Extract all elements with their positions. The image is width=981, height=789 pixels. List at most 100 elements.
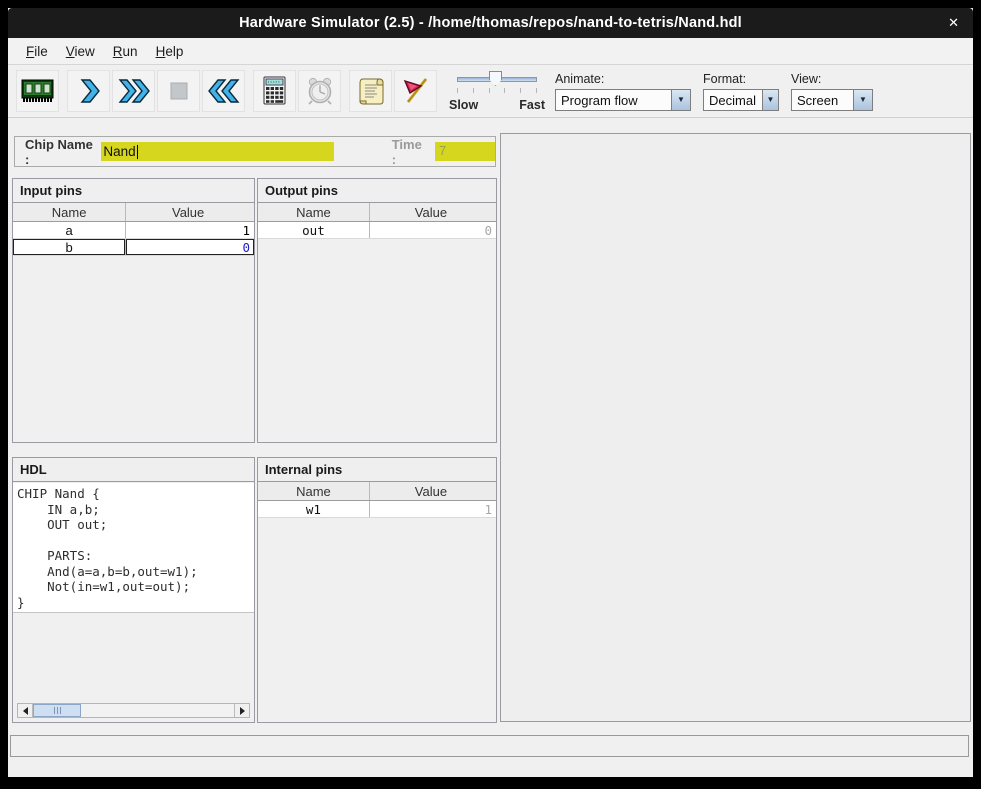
alarm-clock-icon	[304, 75, 336, 107]
red-flag-icon	[400, 75, 432, 107]
internal-pins-table: Name Value w1 1	[258, 482, 496, 518]
stop-square-icon	[165, 77, 193, 105]
chip-name-label: Chip Name :	[25, 137, 95, 167]
hdl-code-line: OUT out;	[17, 517, 254, 533]
pin-value[interactable]: 0	[126, 239, 254, 255]
output-pins-table: Name Value out 0	[258, 203, 496, 239]
output-pins-panel: Output pins Name Value out 0	[257, 178, 497, 443]
app-window: Hardware Simulator (2.5) - /home/thomas/…	[8, 8, 973, 777]
view-value: Screen	[792, 90, 853, 110]
table-row: a 1	[13, 222, 254, 239]
reset-button[interactable]	[202, 70, 245, 112]
format-group: Format: Decimal ▼	[703, 72, 779, 111]
time-label: Time :	[392, 137, 427, 167]
scroll-left-button[interactable]	[18, 704, 33, 717]
column-header-name: Name	[258, 203, 370, 221]
hdl-code-view: CHIP Nand { IN a,b; OUT out; PARTS: And(…	[13, 483, 254, 613]
triangle-right-icon	[240, 707, 245, 715]
view-hdl-button[interactable]	[349, 70, 392, 112]
slider-fast-label: Fast	[519, 98, 545, 112]
table-row: b 0	[13, 239, 254, 256]
slider-slow-label: Slow	[449, 98, 478, 112]
scrollbar-thumb[interactable]	[33, 704, 81, 717]
animate-group: Animate: Program flow ▼	[555, 72, 691, 111]
column-header-value: Value	[370, 203, 496, 221]
animate-value: Program flow	[556, 90, 671, 110]
hdl-title: HDL	[13, 458, 254, 482]
view-label: View:	[791, 72, 873, 86]
clock-button	[298, 70, 341, 112]
format-value: Decimal	[704, 90, 762, 110]
format-select[interactable]: Decimal ▼	[703, 89, 779, 111]
column-header-value: Value	[370, 482, 496, 500]
calculator-icon	[260, 75, 290, 107]
pin-name: b	[13, 239, 126, 255]
hdl-code-line	[17, 533, 254, 549]
menu-bar: File View Run Help	[8, 38, 973, 65]
scroll-icon	[356, 75, 386, 107]
hdl-code-line: IN a,b;	[17, 502, 254, 518]
input-pins-title: Input pins	[13, 179, 254, 203]
chevron-down-icon: ▼	[853, 90, 872, 110]
hdl-code-line: }	[17, 595, 254, 611]
scroll-right-button[interactable]	[234, 704, 249, 717]
breakpoints-button[interactable]	[394, 70, 437, 112]
table-row: w1 1	[258, 501, 496, 518]
text-caret	[137, 145, 138, 159]
table-header-row: Name Value	[258, 482, 496, 501]
hdl-code-line: And(a=a,b=b,out=w1);	[17, 564, 254, 580]
table-header-row: Name Value	[258, 203, 496, 222]
memory-chip-icon	[20, 76, 56, 106]
output-pins-title: Output pins	[258, 179, 496, 203]
input-pins-table: Name Value a 1 b 0	[13, 203, 254, 256]
pin-name: w1	[258, 501, 370, 517]
chip-display-panel	[500, 133, 971, 722]
title-bar: Hardware Simulator (2.5) - /home/thomas/…	[8, 8, 973, 38]
main-area: Chip Name : Nand Time : 7 Input pins Nam…	[8, 118, 973, 777]
column-header-name: Name	[13, 203, 126, 221]
pin-value: 1	[370, 501, 496, 517]
internal-pins-title: Internal pins	[258, 458, 496, 482]
load-chip-button[interactable]	[16, 70, 59, 112]
status-bar	[10, 735, 969, 757]
animate-select[interactable]: Program flow ▼	[555, 89, 691, 111]
hdl-code-line: Not(in=w1,out=out);	[17, 579, 254, 595]
toolbar: Slow Fast Animate: Program flow ▼ Format…	[8, 65, 973, 118]
chip-name-bar: Chip Name : Nand Time : 7	[14, 136, 496, 167]
window-title: Hardware Simulator (2.5) - /home/thomas/…	[239, 15, 742, 31]
view-select[interactable]: Screen ▼	[791, 89, 873, 111]
chevron-down-icon: ▼	[762, 90, 778, 110]
view-group: View: Screen ▼	[791, 72, 873, 111]
speed-slider-thumb[interactable]	[489, 71, 502, 86]
menu-file[interactable]: File	[17, 44, 57, 59]
hdl-code-line: PARTS:	[17, 548, 254, 564]
format-label: Format:	[703, 72, 779, 86]
input-pins-panel: Input pins Name Value a 1 b 0	[12, 178, 255, 443]
chip-name-input[interactable]: Nand	[101, 142, 333, 161]
pin-name: out	[258, 222, 370, 238]
hdl-horizontal-scrollbar[interactable]	[17, 703, 250, 718]
pin-value: 0	[370, 222, 496, 238]
table-header-row: Name Value	[13, 203, 254, 222]
pin-value[interactable]: 1	[126, 222, 254, 238]
menu-view[interactable]: View	[57, 44, 104, 59]
speed-slider: Slow Fast	[449, 68, 545, 114]
double-chevron-right-icon	[117, 77, 151, 105]
single-step-button[interactable]	[67, 70, 110, 112]
run-button[interactable]	[112, 70, 155, 112]
stop-button	[157, 70, 200, 112]
speed-slider-ticks	[457, 88, 537, 94]
close-button[interactable]: ✕	[948, 8, 959, 38]
menu-help[interactable]: Help	[147, 44, 193, 59]
evaluate-button[interactable]	[253, 70, 296, 112]
animate-label: Animate:	[555, 72, 691, 86]
chevron-down-icon: ▼	[671, 90, 690, 110]
triangle-left-icon	[23, 707, 28, 715]
internal-pins-panel: Internal pins Name Value w1 1	[257, 457, 497, 723]
column-header-name: Name	[258, 482, 370, 500]
pin-name: a	[13, 222, 126, 238]
column-header-value: Value	[126, 203, 254, 221]
hdl-code-line: CHIP Nand {	[17, 486, 254, 502]
menu-run[interactable]: Run	[104, 44, 147, 59]
hdl-panel: HDL CHIP Nand { IN a,b; OUT out; PARTS: …	[12, 457, 255, 723]
